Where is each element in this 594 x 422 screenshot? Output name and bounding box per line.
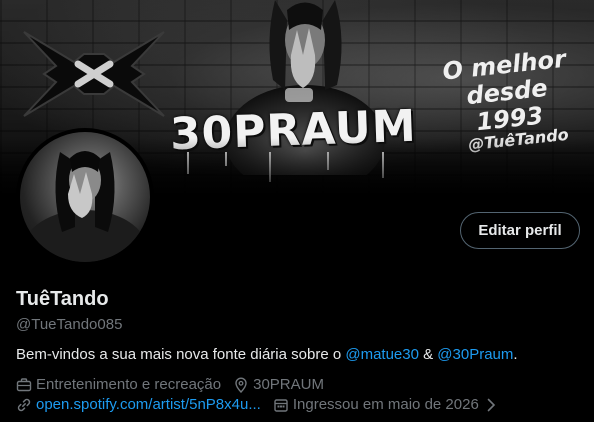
- mention-link-matue30[interactable]: @matue30: [345, 346, 419, 363]
- briefcase-icon: [16, 377, 32, 391]
- location-item: 30PRAUM: [233, 376, 324, 393]
- profile-meta-row: Entretenimento e recreação 30PRAUM: [16, 376, 336, 393]
- avatar[interactable]: [16, 128, 154, 266]
- chevron-right-icon[interactable]: [483, 397, 499, 413]
- bio: Bem-vindos a sua mais nova fonte diária …: [16, 346, 518, 363]
- category-item: Entretenimento e recreação: [16, 376, 221, 393]
- category-text: Entretenimento e recreação: [36, 376, 222, 393]
- website-link[interactable]: open.spotify.com/artist/5nP8x4u...: [36, 396, 261, 413]
- joined-item[interactable]: Ingressou em maio de 2026: [273, 396, 499, 413]
- display-name: TuêTando: [16, 288, 109, 310]
- location-pin-icon: [235, 377, 247, 393]
- location-text: 30PRAUM: [253, 376, 324, 393]
- joined-text: Ingressou em maio de 2026: [292, 396, 479, 413]
- x-emblem-logo: [23, 31, 165, 117]
- avatar-photo: [23, 151, 147, 262]
- edit-profile-button[interactable]: Editar perfil: [460, 212, 580, 249]
- link-icon: [17, 398, 31, 411]
- profile-meta-row-2: open.spotify.com/artist/5nP8x4u... Ingre…: [16, 396, 511, 413]
- bio-suffix: .: [513, 346, 518, 363]
- handle: @TueTando085: [16, 316, 123, 333]
- calendar-icon: [274, 398, 288, 412]
- bio-separator: &: [418, 346, 438, 363]
- bio-text: Bem-vindos a sua mais nova fonte diária …: [16, 346, 346, 363]
- mention-link-30praum[interactable]: @30Praum: [437, 346, 513, 363]
- website-item[interactable]: open.spotify.com/artist/5nP8x4u...: [16, 396, 261, 413]
